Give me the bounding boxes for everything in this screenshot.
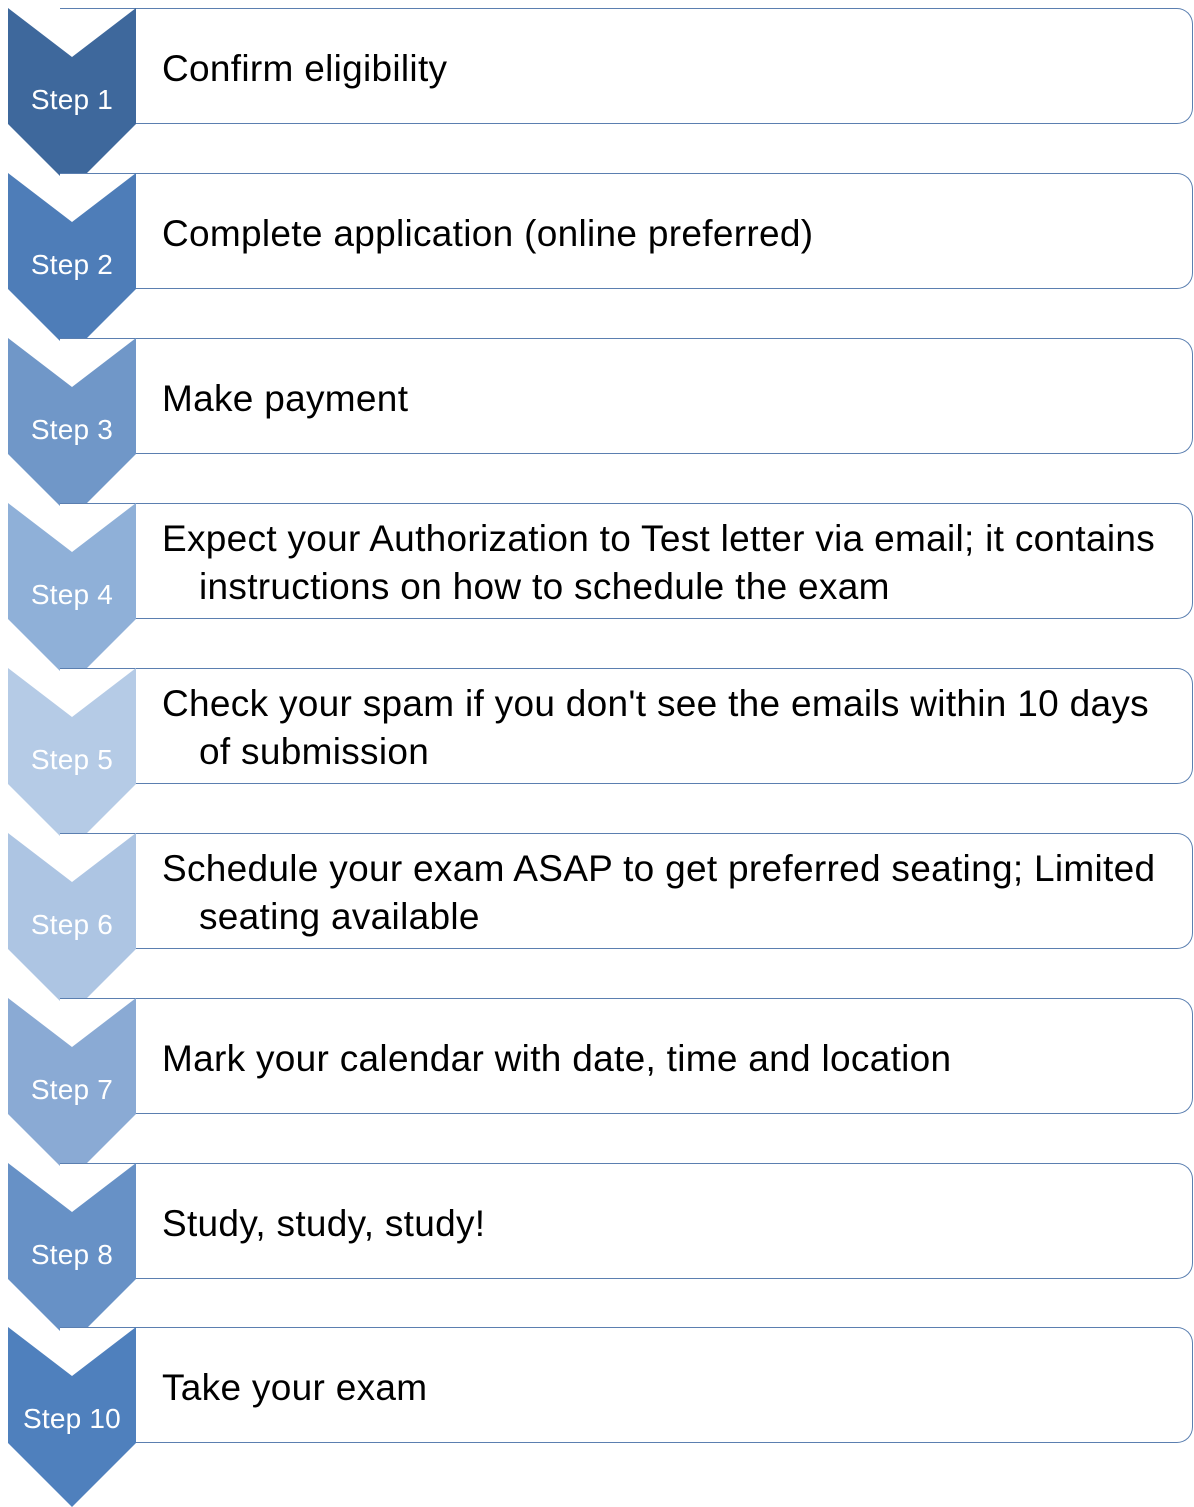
- step-box-9: Take your exam: [60, 1327, 1193, 1443]
- step-text-5: Check your spam if you don't see the ema…: [162, 683, 1149, 772]
- step-row-4: Expect your Authorization to Test letter…: [0, 503, 1194, 683]
- step-label-5: Step 5: [30, 744, 114, 775]
- step-row-7: Mark your calendar with date, time and l…: [0, 998, 1194, 1178]
- step-text-9: Take your exam: [162, 1367, 428, 1408]
- step-box-1: Confirm eligibility: [60, 8, 1193, 124]
- step-text-3: Make payment: [162, 378, 409, 419]
- step-row-1: Confirm eligibility Step 1: [0, 8, 1194, 188]
- step-text-7: Mark your calendar with date, time and l…: [162, 1038, 952, 1079]
- process-diagram: Confirm eligibility Step 1 Complete appl…: [0, 0, 1194, 1507]
- step-box-2: Complete application (online preferred): [60, 173, 1193, 289]
- step-text-6: Schedule your exam ASAP to get preferred…: [162, 848, 1156, 937]
- step-label-6: Step 6: [30, 909, 114, 940]
- step-label-3: Step 3: [30, 414, 114, 445]
- step-label-4: Step 4: [30, 579, 114, 610]
- step-text-1: Confirm eligibility: [162, 48, 448, 89]
- step-row-2: Complete application (online preferred) …: [0, 173, 1194, 353]
- step-label-1: Step 1: [30, 84, 114, 115]
- step-row-3: Make payment Step 3: [0, 338, 1194, 518]
- step-box-8: Study, study, study!: [60, 1163, 1193, 1279]
- step-row-5: Check your spam if you don't see the ema…: [0, 668, 1194, 848]
- step-row-9: Take your exam Step 10: [0, 1327, 1194, 1507]
- step-box-7: Mark your calendar with date, time and l…: [60, 998, 1193, 1114]
- step-text-4: Expect your Authorization to Test letter…: [162, 518, 1156, 607]
- step-box-3: Make payment: [60, 338, 1193, 454]
- step-label-2: Step 2: [30, 249, 114, 280]
- step-row-8: Study, study, study! Step 8: [0, 1163, 1194, 1343]
- step-box-4: Expect your Authorization to Test letter…: [60, 503, 1193, 619]
- step-box-5: Check your spam if you don't see the ema…: [60, 668, 1193, 784]
- step-label-9: Step 10: [23, 1403, 121, 1434]
- step-text-8: Study, study, study!: [162, 1203, 486, 1244]
- step-label-8: Step 8: [30, 1239, 114, 1270]
- step-row-6: Schedule your exam ASAP to get preferred…: [0, 833, 1194, 1013]
- step-text-2: Complete application (online preferred): [162, 213, 814, 254]
- step-label-7: Step 7: [30, 1074, 114, 1105]
- step-box-6: Schedule your exam ASAP to get preferred…: [60, 833, 1193, 949]
